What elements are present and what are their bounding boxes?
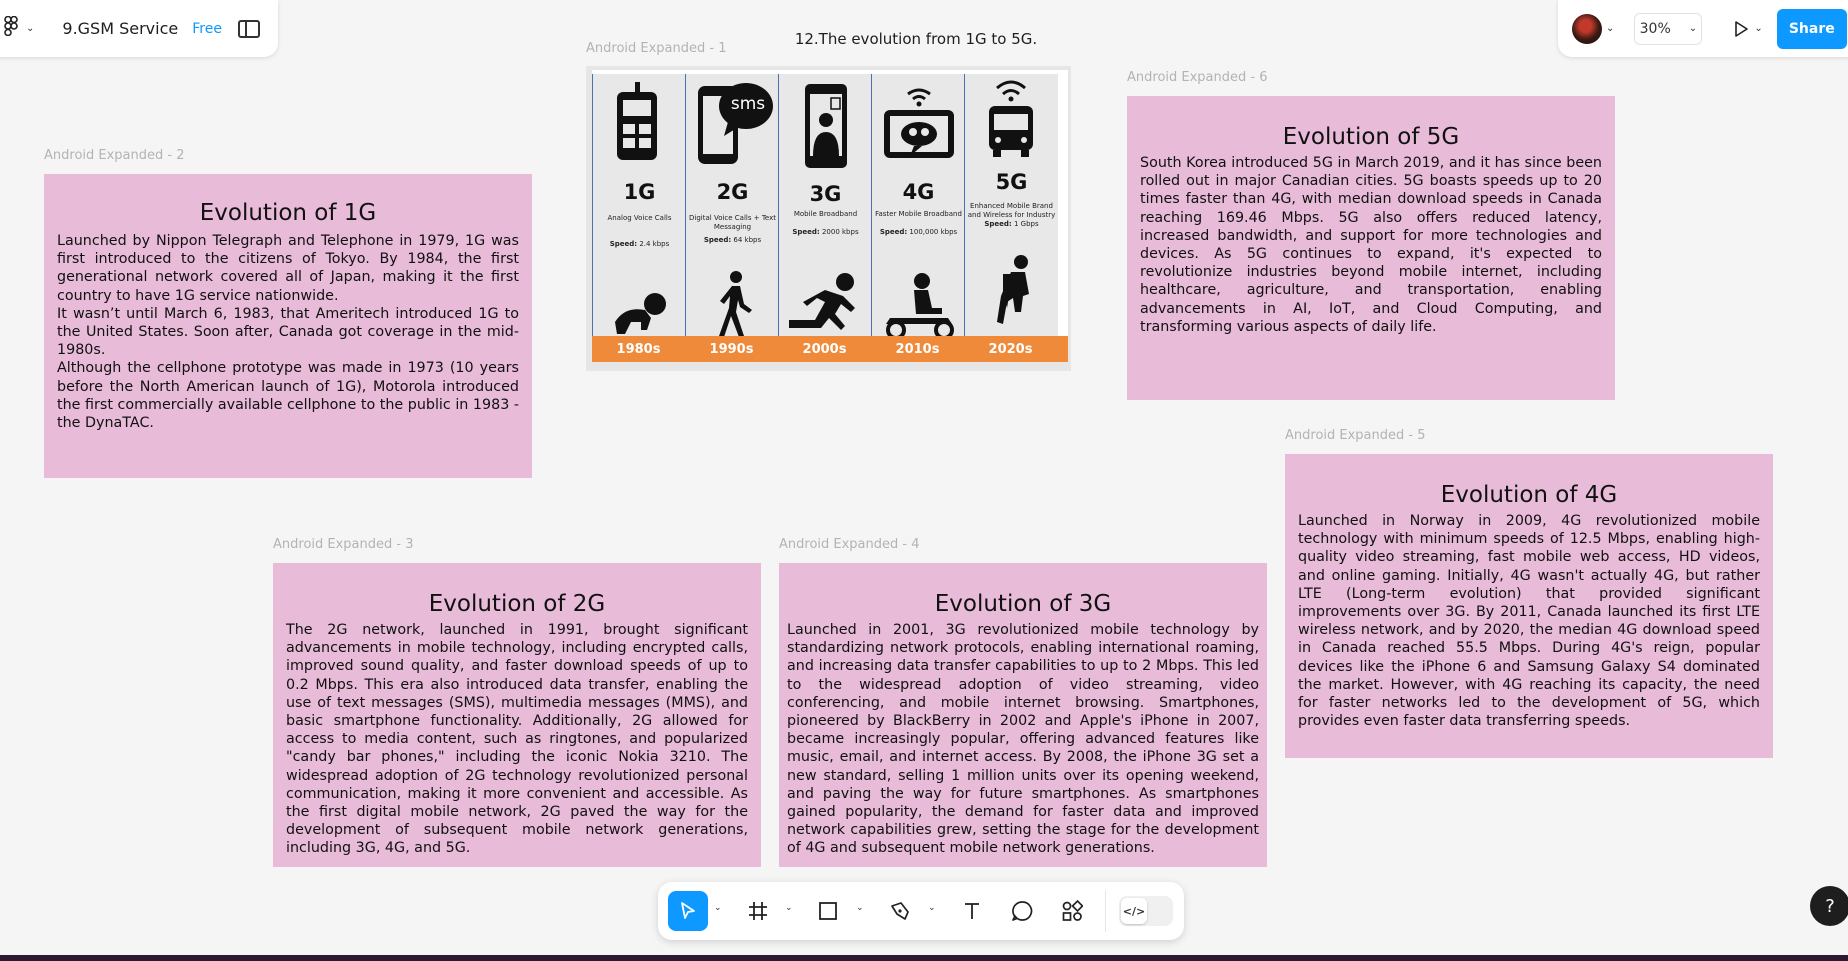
- bottom-toolbar: ⌄ ⌄ ⌄ ⌄ </>: [658, 882, 1184, 940]
- generation-speed: Speed: 64 kbps: [703, 236, 762, 244]
- present-play-icon[interactable]: [1732, 20, 1750, 38]
- generation-column-5g: 5G Enhanced Mobile Brand and Wireless fo…: [964, 74, 1058, 336]
- frame-label-5[interactable]: Android Expanded - 5: [1285, 428, 1426, 443]
- scooter-rider-icon: [886, 273, 954, 340]
- pen-nib-icon: [891, 902, 909, 920]
- comment-tool-button[interactable]: [1002, 891, 1042, 931]
- generation-column-3g: 3G Mobile Broadband Speed: 2000 kbps: [778, 74, 872, 336]
- smartphone-sms-icon: [698, 83, 773, 164]
- frame-label-1[interactable]: Android Expanded - 1: [586, 41, 727, 56]
- frame-evolution-5g[interactable]: Evolution of 5G South Korea introduced 5…: [1127, 96, 1615, 400]
- text-tool-button[interactable]: [952, 891, 992, 931]
- crawling-baby-icon: [615, 293, 666, 334]
- frame-tool-button[interactable]: [738, 891, 778, 931]
- frame-label-2[interactable]: Android Expanded - 2: [44, 148, 185, 163]
- generation-speed: Speed: 100,000 kbps: [879, 228, 958, 236]
- bus-wifi-icon: [989, 80, 1033, 157]
- decade-timeline-bar: 1980s 1990s 2000s 2010s 2020s: [592, 336, 1068, 362]
- frame-paragraph: Launched in 2001, 3G revolutionized mobi…: [787, 622, 1259, 857]
- generation-description: Faster Mobile Broadband: [875, 210, 962, 218]
- generation-column-4g: 4G Faster Mobile Broadband Speed: 100,00…: [871, 74, 965, 340]
- zoom-level: 30%: [1639, 20, 1671, 37]
- rectangle-icon: [819, 902, 837, 920]
- frame-label-3[interactable]: Android Expanded - 3: [273, 537, 414, 552]
- cursor-arrow-icon: [681, 902, 695, 919]
- decade-label: 2020s: [988, 342, 1033, 357]
- generation-label: 5G: [995, 170, 1028, 194]
- move-tool-chevron-icon[interactable]: ⌄: [714, 903, 722, 913]
- frame-title: Evolution of 4G: [1440, 482, 1618, 508]
- generation-description: Digital Voice Calls + Text Messaging: [689, 214, 776, 231]
- frame-label-6[interactable]: Android Expanded - 6: [1127, 70, 1268, 85]
- infographic-image: 1G Analog Voice Calls Speed: 2.4 kbps sm…: [592, 70, 1068, 362]
- generation-description: Enhanced Mobile Brand and Wireless for I…: [967, 202, 1056, 219]
- pen-tool-chevron-icon[interactable]: ⌄: [928, 903, 936, 913]
- user-avatar[interactable]: [1572, 13, 1602, 44]
- walking-person-icon: [719, 271, 752, 337]
- frame-tool-chevron-icon[interactable]: ⌄: [785, 903, 793, 913]
- decade-label: 2000s: [802, 342, 847, 357]
- actions-grid-icon: [1062, 900, 1083, 921]
- comment-bubble-icon: [1012, 901, 1033, 921]
- shape-tool-chevron-icon[interactable]: ⌄: [856, 903, 864, 913]
- frame-evolution-1g[interactable]: Evolution of 1G Launched by Nippon Teleg…: [44, 174, 532, 478]
- actions-tool-button[interactable]: [1052, 891, 1092, 931]
- generation-column-2g: sms 2G Digital Voice Calls + Text Messag…: [685, 74, 779, 337]
- frame-paragraph: It wasn’t until March 6, 1983, that Amer…: [57, 305, 519, 359]
- top-right-toolbar: ⌄ 30% ⌄ ⌄ Share: [1558, 0, 1848, 57]
- generation-label: 1G: [623, 180, 656, 204]
- frame-evolution-2g[interactable]: Evolution of 2G The 2G network, launched…: [273, 563, 761, 867]
- frame-title: Evolution of 5G: [1282, 124, 1460, 150]
- generation-speed: Speed: 2.4 kbps: [609, 240, 670, 248]
- frame-title: Evolution of 2G: [428, 591, 606, 617]
- present-chevron-icon[interactable]: ⌄: [1754, 23, 1762, 34]
- zoom-dropdown[interactable]: 30% ⌄: [1634, 12, 1703, 45]
- generation-column-1g: 1G Analog Voice Calls Speed: 2.4 kbps: [592, 74, 686, 336]
- share-button[interactable]: Share: [1776, 8, 1847, 49]
- generation-label: 2G: [716, 180, 749, 204]
- code-icon: </>: [1121, 898, 1147, 924]
- decade-label: 1990s: [709, 342, 754, 357]
- pen-tool-button[interactable]: [880, 891, 920, 931]
- frame-title: Evolution of 1G: [199, 200, 377, 226]
- help-button[interactable]: ?: [1810, 886, 1848, 926]
- frame-evolution-3g[interactable]: Evolution of 3G Launched in 2001, 3G rev…: [779, 563, 1267, 867]
- generation-speed: Speed: 2000 kbps: [792, 228, 859, 236]
- avatar-chevron-icon[interactable]: ⌄: [1606, 23, 1614, 34]
- frame-label-4[interactable]: Android Expanded - 4: [779, 537, 920, 552]
- sms-bubble-text: sms: [730, 94, 766, 114]
- file-menu-bar: ⌄ 9.GSM Service Free: [0, 0, 278, 57]
- mobile-phone-1g-icon: [617, 82, 657, 160]
- frame-paragraph: South Korea introduced 5G in March 2019,…: [1140, 155, 1602, 335]
- generation-label: 3G: [809, 182, 842, 206]
- infographic-frame[interactable]: 1G Analog Voice Calls Speed: 2.4 kbps sm…: [586, 66, 1071, 371]
- generation-label: 4G: [902, 180, 935, 204]
- zoom-chevron-icon: ⌄: [1688, 23, 1698, 34]
- frame-paragraph: Launched by Nippon Telegraph and Telepho…: [57, 233, 519, 304]
- frame-title: Evolution of 3G: [934, 591, 1112, 617]
- decade-label: 1980s: [616, 342, 661, 357]
- jetpack-person-icon: [997, 255, 1029, 324]
- frame-paragraph: Launched in Norway in 2009, 4G revolutio…: [1298, 513, 1760, 730]
- generation-speed: Speed: 1 Gbps: [984, 220, 1039, 228]
- tablet-wifi-icon: [884, 88, 954, 158]
- generation-description: Mobile Broadband: [793, 210, 858, 218]
- move-tool-button[interactable]: [668, 891, 708, 931]
- smartphone-video-call-icon: [805, 84, 847, 168]
- frame-hash-icon: [749, 902, 767, 920]
- running-person-icon: [789, 273, 855, 330]
- bottom-edge-strip: [0, 955, 1848, 961]
- shape-tool-button[interactable]: [808, 891, 848, 931]
- frame-paragraph: The 2G network, launched in 1991, brough…: [286, 622, 748, 857]
- text-t-icon: [965, 903, 979, 919]
- generation-description: Analog Voice Calls: [607, 214, 672, 222]
- frame-evolution-4g[interactable]: Evolution of 4G Launched in Norway in 20…: [1285, 454, 1773, 758]
- frame-paragraph: Although the cellphone prototype was mad…: [57, 360, 519, 432]
- decade-label: 2010s: [895, 342, 940, 357]
- dev-mode-toggle[interactable]: </>: [1119, 896, 1173, 926]
- toolbar-divider: [1105, 890, 1106, 932]
